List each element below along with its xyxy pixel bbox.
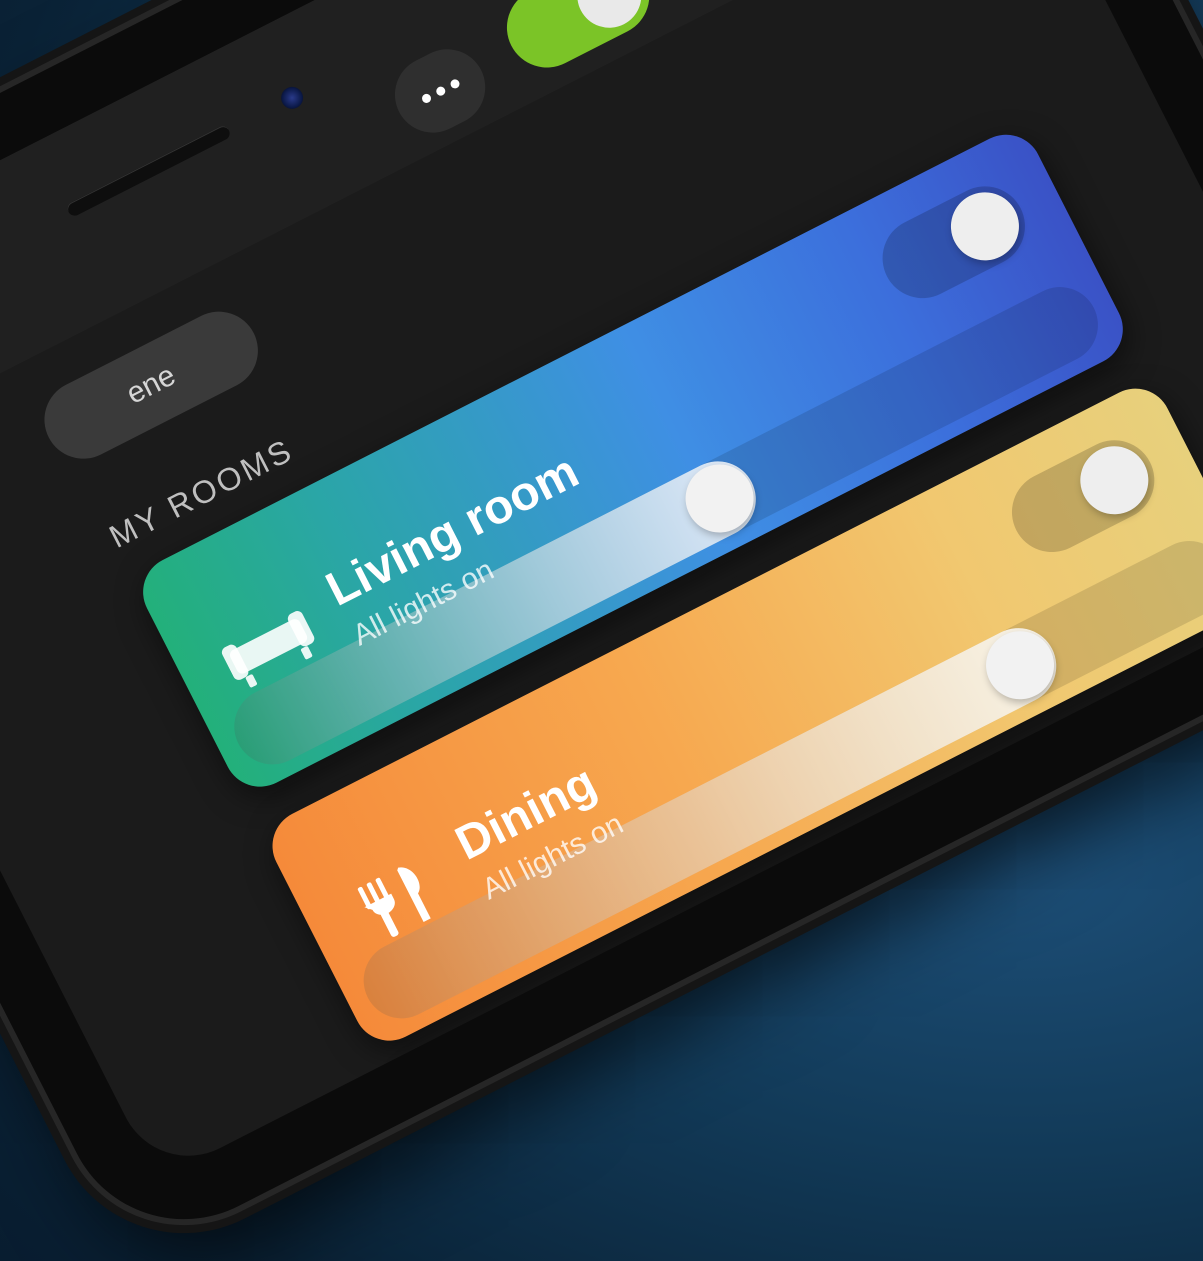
toggle-knob [1197, 688, 1203, 780]
ellipsis-icon [419, 92, 432, 105]
room-toggle[interactable] [1127, 680, 1203, 820]
master-power-toggle[interactable] [493, 0, 664, 82]
toggle-knob [939, 180, 1031, 273]
more-options-button[interactable] [381, 36, 499, 146]
room-status: All lights on [606, 1061, 758, 1161]
scene-button-label: ene [121, 358, 181, 411]
earpiece-speaker [65, 123, 233, 219]
room-name: Kitchen [576, 997, 758, 1125]
room-toggle[interactable] [868, 172, 1039, 312]
phone-device: ene MY ROOMS Living room All lights on D… [0, 0, 1203, 1261]
ellipsis-icon [448, 77, 461, 90]
toggle-knob [1068, 434, 1161, 527]
brightness-fill [479, 977, 985, 1180]
room-toggle[interactable] [998, 426, 1169, 566]
phone-body: ene MY ROOMS Living room All lights on D… [0, 0, 1203, 1261]
brightness-slider-knob[interactable] [889, 982, 982, 1074]
app-screen: ene MY ROOMS Living room All lights on D… [0, 0, 1203, 1180]
toggle-knob [566, 0, 653, 39]
front-camera-icon [277, 83, 307, 113]
ellipsis-icon [434, 84, 447, 97]
